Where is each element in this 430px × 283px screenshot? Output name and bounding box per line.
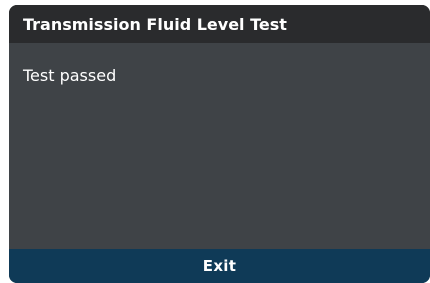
result-message: Test passed — [23, 66, 117, 85]
dialog-title: Transmission Fluid Level Test — [23, 14, 287, 34]
test-result-dialog: Transmission Fluid Level Test Test passe… — [9, 5, 430, 283]
exit-button-label: Exit — [202, 257, 237, 275]
exit-button[interactable]: Exit — [9, 249, 430, 283]
dialog-title-bar: Transmission Fluid Level Test — [9, 5, 430, 43]
dialog-content: Test passed — [9, 43, 430, 249]
